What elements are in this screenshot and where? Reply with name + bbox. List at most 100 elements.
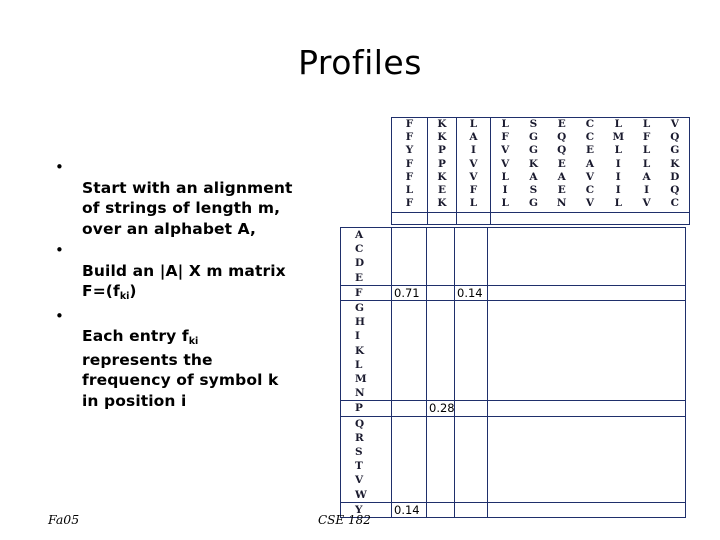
bullet-tail: ) xyxy=(129,282,137,300)
matrix-residue-label: H xyxy=(355,316,365,329)
table-row: F 0.71 0.14 xyxy=(340,284,686,302)
alignment-residue: E xyxy=(557,157,566,170)
alignment-column-letters: LFLLAIV xyxy=(632,118,660,210)
matrix-residue-label: N xyxy=(355,387,365,400)
matrix-row-label: GHIKLMN xyxy=(340,300,392,402)
matrix-cell[interactable] xyxy=(454,400,488,417)
footer-left-label: Fa05 xyxy=(48,512,80,527)
matrix-cell[interactable] xyxy=(426,284,455,302)
alignment-residue: Q xyxy=(670,184,680,197)
alignment-residue: L xyxy=(614,197,622,210)
page-title: Profiles xyxy=(298,43,422,82)
alignment-residue: I xyxy=(502,184,508,197)
bullet-list: • Start with an alignment of strings of … xyxy=(46,157,346,412)
alignment-column-letters: VQGKDQC xyxy=(661,118,689,210)
bullet-marker: • xyxy=(55,158,64,176)
alignment-residue: D xyxy=(670,170,680,183)
matrix-row-label: P xyxy=(340,400,392,417)
matrix-cell[interactable] xyxy=(454,501,488,519)
alignment-residue: M xyxy=(612,131,625,144)
matrix-row-label: F xyxy=(340,284,392,302)
matrix-row-label: ACDE xyxy=(340,227,392,286)
alignment-residue: V xyxy=(670,118,679,130)
alignment-spacer-cell xyxy=(456,212,491,225)
matrix-cell[interactable] xyxy=(487,284,686,302)
matrix-residue-label: T xyxy=(355,460,363,473)
matrix-cell[interactable] xyxy=(426,415,455,503)
matrix-cell[interactable] xyxy=(454,227,488,286)
alignment-residue: P xyxy=(438,144,446,157)
matrix-cell[interactable]: 0.71 xyxy=(391,284,427,302)
table-row: Y 0.14 xyxy=(340,501,686,519)
matrix-cell[interactable] xyxy=(487,415,686,503)
alignment-residue: K xyxy=(437,118,447,130)
alignment-residue: L xyxy=(642,118,651,130)
alignment-column-3: LAIVVFL xyxy=(456,117,491,213)
alignment-residue: L xyxy=(405,184,414,197)
matrix-residue-label: G xyxy=(355,302,364,315)
alignment-residue: K xyxy=(437,197,447,210)
alignment-residue: G xyxy=(670,144,680,157)
matrix-cell[interactable] xyxy=(454,415,488,503)
bullet-subscript: ki xyxy=(188,336,199,347)
alignment-column-letters: LMLIIIL xyxy=(604,118,632,210)
alignment-residue: C xyxy=(585,184,595,197)
table-row: GHIKLMN xyxy=(340,300,686,402)
alignment-residue: P xyxy=(438,157,446,170)
matrix-cell[interactable]: 0.14 xyxy=(454,284,488,302)
alignment-residue: I xyxy=(615,170,621,183)
alignment-residue: A xyxy=(642,170,651,183)
alignment-column-letters: CCEAVCV xyxy=(576,118,604,210)
alignment-residue: A xyxy=(585,157,595,170)
matrix-cell[interactable] xyxy=(487,227,686,286)
alignment-residue: E xyxy=(585,144,594,157)
alignment-residue: G xyxy=(528,144,538,157)
matrix-cell[interactable] xyxy=(391,415,427,503)
matrix-cell[interactable] xyxy=(391,300,427,402)
matrix-residue-label: R xyxy=(355,431,364,444)
matrix-residue-label: A xyxy=(355,229,364,241)
alignment-residue: V xyxy=(501,157,510,170)
matrix-cell[interactable] xyxy=(487,400,686,417)
alignment-residue: I xyxy=(471,144,476,157)
matrix-residue-label: M xyxy=(355,373,367,386)
bullet-item-text: Each entry fki represents the frequency … xyxy=(82,306,278,412)
bullet-item-text: Start with an alignment of strings of le… xyxy=(82,157,292,239)
alignment-residue: I xyxy=(644,184,649,197)
matrix-cell[interactable] xyxy=(487,300,686,402)
matrix-cell[interactable] xyxy=(426,501,455,519)
alignment-column-1: FFYFFLF xyxy=(391,117,428,213)
bullet-marker: • xyxy=(55,306,64,325)
alignment-residue: I xyxy=(615,184,621,197)
matrix-residue-label: E xyxy=(355,271,364,284)
alignment-columns-4-10: LFVVLIL SGGKASG EQQEAEN CCEAVCV LMLIIIL … xyxy=(490,117,690,213)
list-item: • Start with an alignment of strings of … xyxy=(46,157,346,239)
alignment-residue: L xyxy=(469,118,478,130)
alignment-residue: L xyxy=(469,197,478,210)
alignment-row: FFYFFLF KKPPKEK LAIVVFL LFVVLIL SGGKASG … xyxy=(391,117,690,213)
matrix-cell[interactable] xyxy=(391,227,427,286)
bullet-body: Start with an alignment of strings of le… xyxy=(82,178,293,238)
alignment-residue: S xyxy=(529,184,538,197)
alignment-residue: E xyxy=(557,118,566,130)
alignment-residue: V xyxy=(642,197,651,210)
matrix-cell[interactable] xyxy=(391,400,427,417)
alignment-residue: F xyxy=(642,131,651,144)
matrix-cell[interactable] xyxy=(426,227,455,286)
matrix-row-label: QRSTVW xyxy=(340,415,392,503)
matrix-cell[interactable]: 0.28 xyxy=(426,400,455,417)
alignment-table: FFYFFLF KKPPKEK LAIVVFL LFVVLIL SGGKASG … xyxy=(391,117,690,225)
alignment-column-letters: EQQEAEN xyxy=(548,118,576,210)
matrix-cell[interactable] xyxy=(426,300,455,402)
matrix-residue-label: D xyxy=(355,257,365,270)
alignment-residue: S xyxy=(529,118,538,130)
matrix-cell[interactable] xyxy=(454,300,488,402)
matrix-cell[interactable] xyxy=(487,501,686,519)
alignment-residue: E xyxy=(557,184,566,197)
alignment-column-2: KKPPKEK xyxy=(427,117,457,213)
alignment-column-letters: SGGKASG xyxy=(519,118,547,210)
matrix-cell[interactable]: 0.14 xyxy=(391,501,427,519)
alignment-column-letters: LFVVLIL xyxy=(491,118,519,210)
bullet-body: Each entry f xyxy=(82,327,189,345)
alignment-residue: E xyxy=(437,184,446,197)
